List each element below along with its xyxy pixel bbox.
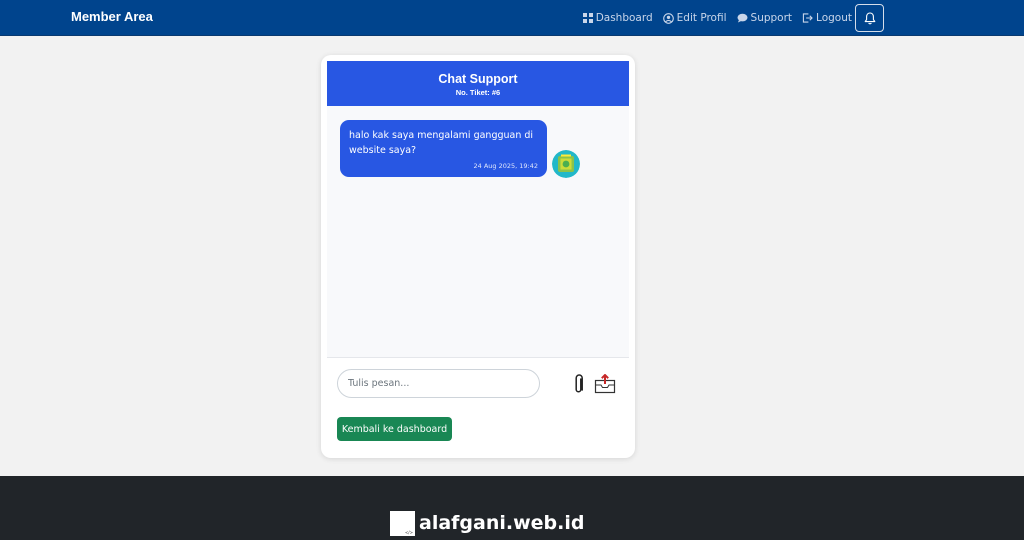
brand-title[interactable]: Member Area (71, 9, 153, 24)
chat-messages[interactable]: halo kak saya mengalami gangguan di webs… (327, 106, 629, 358)
paperclip-icon (575, 374, 583, 393)
avatar (552, 150, 580, 178)
chat-card: Chat Support No. Tiket: #6 halo kak saya… (321, 55, 635, 458)
footer-site-name: alafgani.web.id (419, 512, 585, 534)
send-button[interactable] (594, 373, 616, 394)
logo-icon: </> (390, 511, 415, 536)
nav-links: Dashboard Edit Profil Support Logout (582, 0, 852, 36)
footer: </> alafgani.web.id (0, 476, 1024, 540)
message-text: halo kak saya mengalami gangguan di webs… (349, 130, 534, 156)
logo-mark: </> (404, 530, 413, 535)
nav-support-link[interactable]: Support (737, 12, 793, 24)
nav-dashboard-label: Dashboard (595, 12, 653, 24)
back-to-dashboard-button[interactable]: Kembali ke dashboard (337, 417, 452, 441)
chat-title: Chat Support (438, 72, 518, 86)
user-circle-icon (662, 12, 674, 24)
nav-edit-profile-link[interactable]: Edit Profil (662, 12, 727, 24)
message-timestamp: 24 Aug 2025, 19:42 (473, 162, 538, 170)
ticket-number: No. Tiket: #6 (455, 88, 501, 97)
user-avatar-icon (552, 150, 580, 178)
nav-dashboard-link[interactable]: Dashboard (582, 12, 653, 24)
nav-logout-label: Logout (816, 12, 852, 24)
grid-icon (582, 13, 593, 23)
logout-icon (802, 13, 813, 23)
message-input[interactable] (337, 369, 540, 398)
chat-bubble-icon (737, 13, 748, 23)
nav-support-label: Support (750, 12, 793, 24)
chat-header: Chat Support No. Tiket: #6 (327, 61, 629, 106)
nav-edit-profile-label: Edit Profil (676, 12, 727, 24)
bell-icon (864, 11, 875, 24)
navbar: Member Area Dashboard Edit Profil Suppor… (0, 0, 1024, 36)
nav-logout-link[interactable]: Logout (802, 12, 852, 24)
notification-button[interactable] (855, 4, 884, 32)
attach-button[interactable] (574, 374, 584, 396)
inbox-upload-icon (594, 373, 616, 394)
message-bubble: halo kak saya mengalami gangguan di webs… (340, 120, 547, 177)
